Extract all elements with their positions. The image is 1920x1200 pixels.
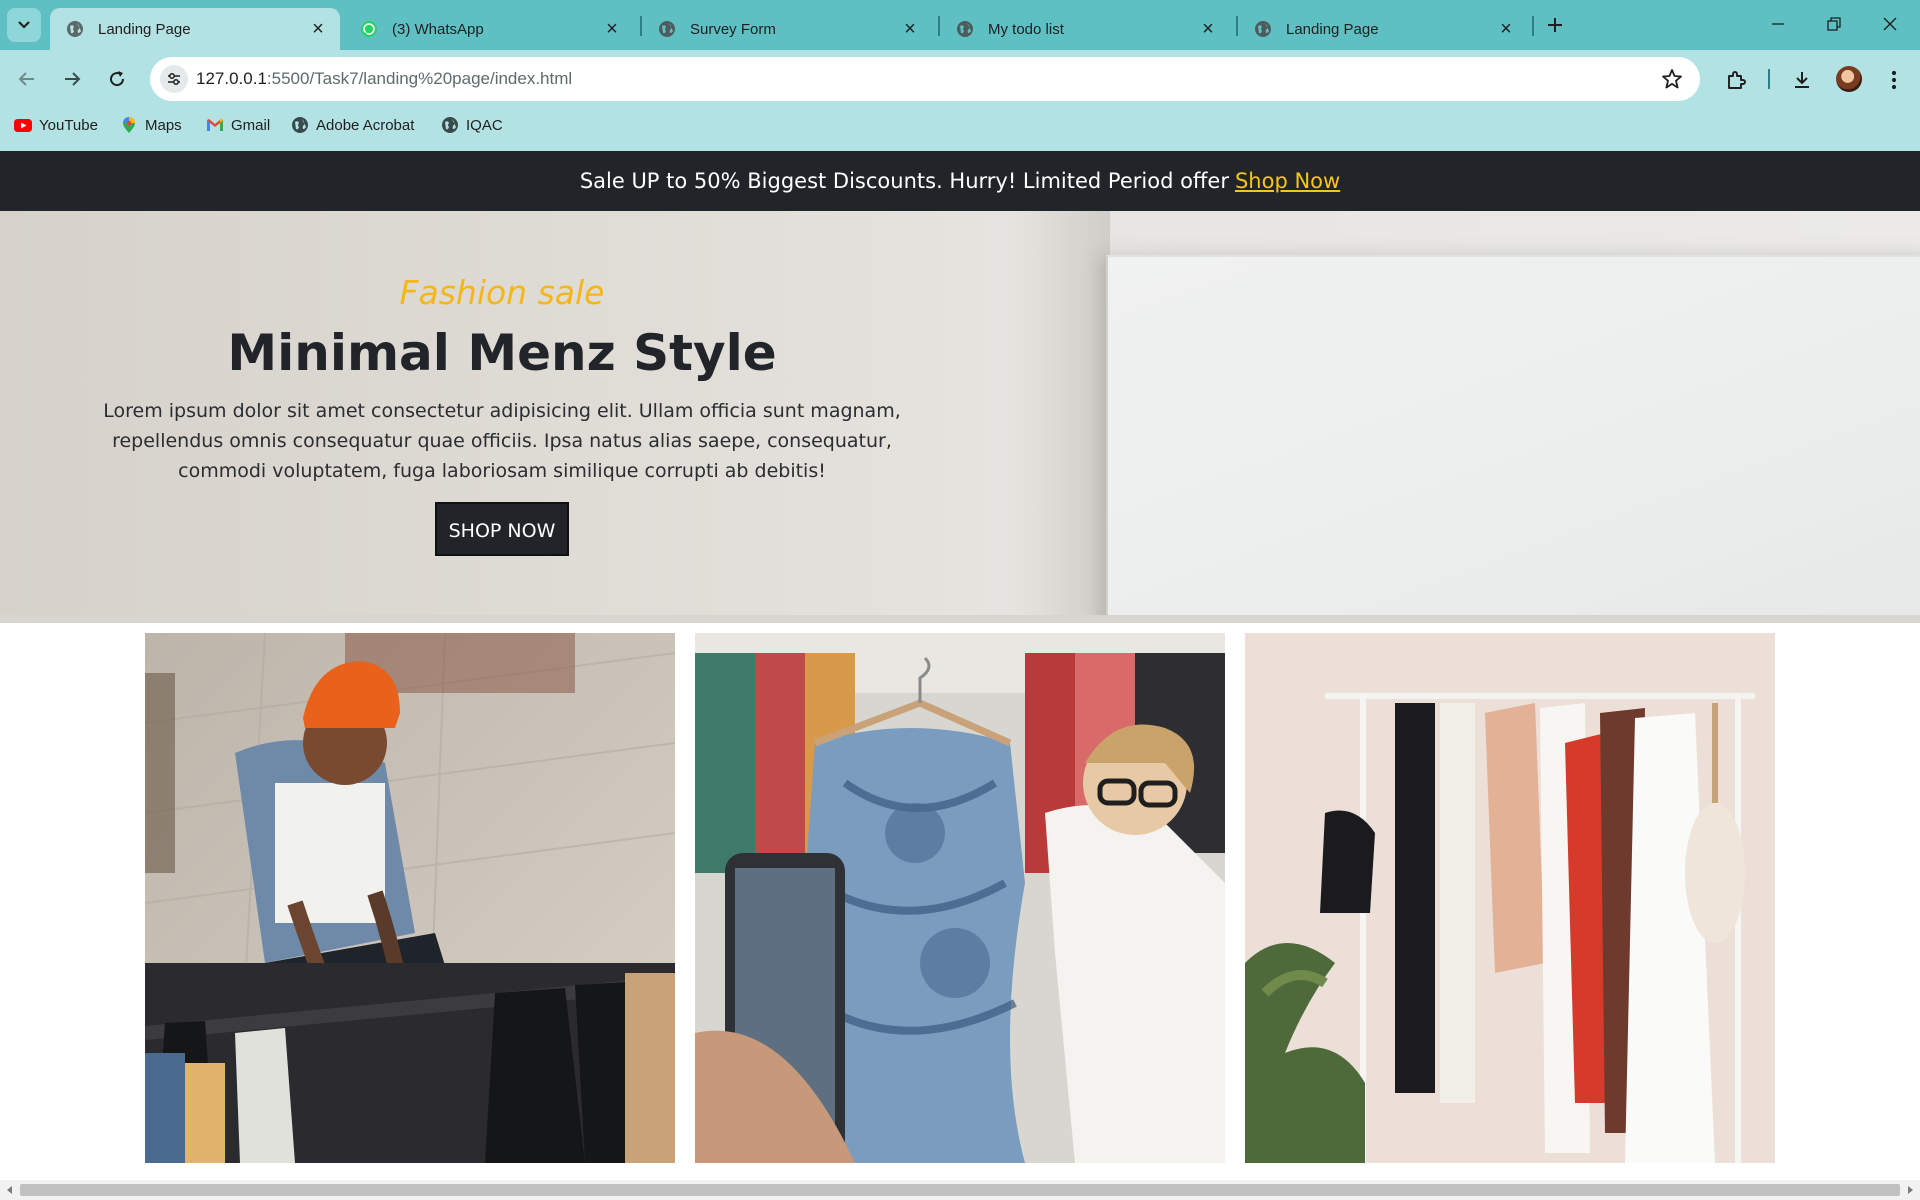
tab-survey-form[interactable]: Survey Form × <box>642 8 932 50</box>
forward-button[interactable] <box>54 61 90 97</box>
bookmark-label: Gmail <box>231 116 271 134</box>
download-icon <box>1795 72 1809 88</box>
tab-my-todo-list[interactable]: My todo list × <box>940 8 1230 50</box>
globe-icon <box>67 21 83 37</box>
hero-shadow <box>1010 211 1110 623</box>
restore-button[interactable] <box>1806 0 1862 48</box>
shop-now-button[interactable]: SHOP NOW <box>434 502 570 556</box>
scroll-right-arrow[interactable] <box>1904 1184 1916 1196</box>
tune-icon <box>168 73 180 85</box>
close-window-button[interactable] <box>1862 0 1918 48</box>
tab-title: Survey Form <box>690 20 776 38</box>
plus-icon <box>1548 18 1562 32</box>
tab-landing-page[interactable]: Landing Page × <box>50 8 340 50</box>
back-button[interactable] <box>9 61 45 97</box>
bookmarks-bar: YouTube Maps Gmail Adobe Acrobat IQAC <box>0 108 1920 151</box>
bookmark-label: IQAC <box>466 116 503 134</box>
hero-content: Fashion sale Minimal Menz Style Lorem ip… <box>62 273 942 556</box>
tab-separator <box>1532 16 1534 36</box>
bookmark-gmail[interactable]: Gmail <box>206 108 270 142</box>
globe-icon <box>441 116 459 134</box>
address-bar[interactable]: 127.0.0.1:5500/Task7/landing%20page/inde… <box>150 57 1700 101</box>
bookmark-maps[interactable]: Maps <box>120 108 182 142</box>
shop-now-link[interactable]: Shop Now <box>1235 169 1340 193</box>
bookmark-youtube[interactable]: YouTube <box>14 108 98 142</box>
photo-woman-holding-dress <box>695 633 1225 1163</box>
reload-button[interactable] <box>99 61 135 97</box>
horizontal-scrollbar[interactable] <box>0 1180 1920 1200</box>
youtube-icon <box>14 116 32 134</box>
globe-icon <box>291 116 309 134</box>
arrow-right-icon <box>65 72 81 86</box>
browser-toolbar: 127.0.0.1:5500/Task7/landing%20page/inde… <box>0 50 1920 108</box>
maps-icon <box>120 116 138 134</box>
hero-floor <box>0 615 1920 623</box>
chevron-down-icon <box>18 21 30 29</box>
scroll-left-arrow[interactable] <box>4 1184 16 1196</box>
globe-icon <box>957 21 973 37</box>
restore-icon <box>1827 17 1841 31</box>
announcement-text: Sale UP to 50% Biggest Discounts. Hurry!… <box>579 169 1229 193</box>
tab-title: Landing Page <box>98 20 191 38</box>
minimize-icon <box>1772 23 1784 25</box>
close-tab-icon[interactable]: × <box>1496 18 1516 40</box>
tab-title: My todo list <box>988 20 1064 38</box>
globe-icon <box>659 21 675 37</box>
close-tab-icon[interactable]: × <box>602 18 622 40</box>
photo-clothing-rack <box>1245 633 1775 1163</box>
tab-strip: Landing Page × (3) WhatsApp × Survey For… <box>0 0 1920 50</box>
hero-title: Minimal Menz Style <box>227 324 777 382</box>
puzzle-icon <box>1728 71 1746 89</box>
tab-search-button[interactable] <box>7 8 41 42</box>
hero-description: Lorem ipsum dolor sit amet consectetur a… <box>103 400 901 482</box>
close-icon <box>1883 17 1897 31</box>
hero-section: Fashion sale Minimal Menz Style Lorem ip… <box>0 211 1920 623</box>
gallery-image-1 <box>145 633 675 1163</box>
tab-landing-page-2[interactable]: Landing Page × <box>1238 8 1528 50</box>
gallery-image-2 <box>695 633 1225 1163</box>
tab-title: (3) WhatsApp <box>392 20 484 38</box>
new-tab-button[interactable] <box>1540 10 1570 40</box>
globe-icon <box>1255 21 1271 37</box>
scrollbar-thumb[interactable] <box>20 1184 1900 1196</box>
url-path: :5500/Task7/landing%20page/index.html <box>266 69 573 88</box>
bookmark-star-icon[interactable] <box>1660 67 1684 91</box>
gmail-icon <box>206 116 224 134</box>
browser-menu-button[interactable] <box>1880 66 1908 94</box>
close-tab-icon[interactable]: × <box>900 18 920 40</box>
reload-icon <box>110 71 125 87</box>
more-vertical-icon <box>1891 70 1897 90</box>
close-tab-icon[interactable]: × <box>1198 18 1218 40</box>
close-tab-icon[interactable]: × <box>308 18 328 40</box>
bookmark-label: Adobe Acrobat <box>316 116 415 134</box>
caret-left-icon <box>7 1186 12 1194</box>
photo-man-browsing-rack <box>145 633 675 1163</box>
caret-right-icon <box>1908 1186 1913 1194</box>
extensions-button[interactable] <box>1722 66 1750 94</box>
site-info-button[interactable] <box>160 65 188 93</box>
gallery-image-3 <box>1245 633 1775 1163</box>
toolbar-divider <box>1768 69 1770 89</box>
tab-title: Landing Page <box>1286 20 1379 38</box>
tab-whatsapp[interactable]: (3) WhatsApp × <box>344 8 634 50</box>
announcement-bar: Sale UP to 50% Biggest Discounts. Hurry!… <box>0 151 1920 211</box>
bookmark-adobe-acrobat[interactable]: Adobe Acrobat <box>291 108 414 142</box>
minimize-button[interactable] <box>1750 0 1806 48</box>
url-host: 127.0.0.1 <box>196 69 267 88</box>
whatsapp-icon <box>361 21 377 37</box>
profile-avatar[interactable] <box>1836 66 1862 92</box>
bookmark-label: Maps <box>145 116 182 134</box>
bookmark-iqac[interactable]: IQAC <box>441 108 503 142</box>
hero-backdrop-panel <box>1106 255 1920 623</box>
arrow-left-icon <box>18 72 34 86</box>
url-text[interactable]: 127.0.0.1:5500/Task7/landing%20page/inde… <box>196 57 572 101</box>
hero-kicker: Fashion sale <box>399 273 605 312</box>
bookmark-label: YouTube <box>39 116 98 134</box>
downloads-button[interactable] <box>1788 66 1816 94</box>
